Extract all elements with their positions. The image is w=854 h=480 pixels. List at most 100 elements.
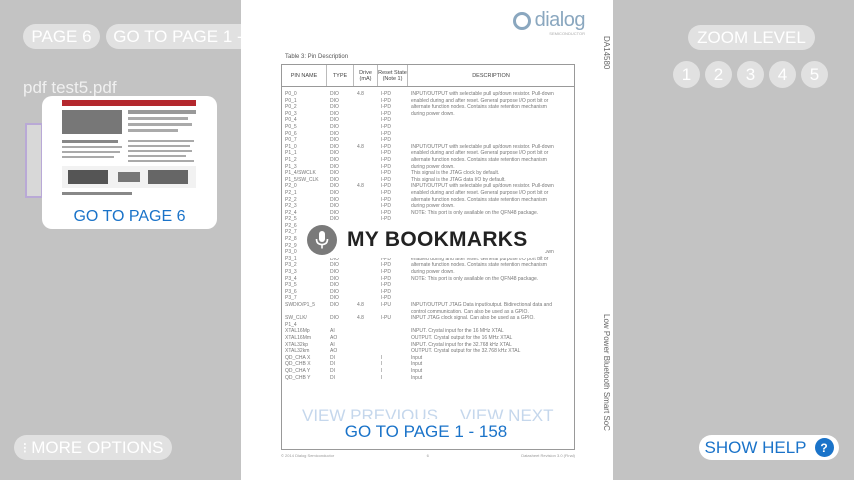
table-cell (357, 104, 381, 111)
table-cell: DIO (330, 163, 339, 170)
table-cell (330, 322, 357, 329)
table-row: P1_4 (285, 322, 571, 329)
table-cell: OUTPUT. Crystal output for the 16 MHz XT… (411, 334, 513, 341)
table-cell: I-PD (381, 110, 391, 117)
table-cell (357, 355, 381, 362)
table-cell: INPUT/OUTPUT JTAG Data input/output. Bid… (411, 302, 552, 308)
microphone-icon (307, 225, 337, 255)
table-cell: DIO (330, 137, 339, 144)
table-cell: 4.8 (357, 91, 364, 97)
table-cell: AI (330, 341, 335, 348)
help-icon: ? (814, 438, 834, 457)
table-cell (357, 335, 381, 342)
table-cell: P2_4 (285, 209, 297, 216)
table-row: QD_CHB X DI I Input (285, 361, 571, 368)
doc-footer: © 2014 Dialog Semiconductor 6 Datasheet … (281, 453, 575, 458)
table-cell (381, 328, 411, 335)
zoom-level-4-button[interactable]: 4 (769, 61, 796, 88)
table-cell: I-PD (381, 150, 391, 157)
table-cell: P0_3 (285, 110, 297, 117)
table-row: P0_6 DIO I-PD (285, 131, 571, 138)
prev-page-thumbnail[interactable] (25, 123, 43, 198)
col-description: DESCRIPTION (472, 72, 510, 79)
table-cell: 4.8 (357, 302, 364, 308)
table-cell (381, 348, 411, 355)
table-cell (357, 170, 381, 177)
footer-page-number: 6 (426, 453, 429, 458)
table-cell: DIO (330, 288, 339, 295)
table-cell (357, 164, 381, 171)
table-row: P0_2 DIO I-PD alternate function nodes. Con… (285, 104, 571, 111)
my-bookmarks-button[interactable]: MY BOOKMARKS (304, 222, 550, 258)
table-row: QD_CHA Y DI I Input (285, 368, 571, 375)
table-cell: I (381, 367, 383, 374)
table-cell (357, 328, 381, 335)
table-row: P1_3 DIO I-PD during power down. (285, 164, 571, 171)
table-row: P2_2 DIO I-PD alternate function nodes. Con… (285, 197, 571, 204)
page-thumbnail-image (58, 96, 200, 202)
table-cell: P0_2 (285, 104, 297, 111)
table-cell (357, 111, 381, 118)
table-cell: alternate function nodes. Contains state… (411, 156, 547, 163)
table-cell: DIO (330, 143, 339, 150)
table-cell: P0_6 (285, 130, 297, 137)
table-cell (381, 322, 411, 329)
table-cell (357, 342, 381, 349)
page-thumbnail-card[interactable]: GO TO PAGE 6 (42, 96, 217, 229)
table-cell: DI (330, 361, 335, 368)
table-cell: INPUT/OUTPUT with selectable pull up/dow… (411, 143, 554, 150)
table-cell (357, 117, 381, 124)
table-cell (357, 375, 381, 382)
table-cell: XTAL16Mm (285, 334, 312, 341)
table-cell (381, 309, 411, 316)
bookmarks-label: MY BOOKMARKS (347, 228, 528, 251)
table-cell: enabled during and after reset. General … (411, 150, 549, 157)
table-cell: DIO (330, 269, 339, 276)
table-cell (381, 342, 411, 349)
table-header: PIN NAME TYPE Drive (mA) Reset State (No… (282, 65, 574, 87)
table-cell: 4.8 (357, 315, 364, 322)
table-cell: P1_4/SWCLK (285, 170, 316, 177)
table-cell (357, 262, 381, 269)
zoom-level-5-button[interactable]: 5 (801, 61, 828, 88)
table-cell: DIO (330, 262, 339, 269)
zoom-level-2-button[interactable]: 2 (705, 61, 732, 88)
table-row: QD_CHA X DI I Input (285, 355, 571, 362)
table-cell (357, 282, 381, 289)
table-row: P2_1 DIO I-PD enabled during and after rese… (285, 190, 571, 197)
table-cell: alternate function nodes. Contains state… (411, 196, 547, 203)
table-cell: I-PD (381, 91, 391, 97)
table-cell: QD_CHA X (285, 354, 311, 361)
zoom-level-1-button[interactable]: 1 (673, 61, 700, 88)
table-cell: I-PD (381, 130, 391, 137)
table-row: P0_3 DIO I-PD during power down. (285, 111, 571, 118)
table-row: XTAL16Mp AI INPUT. Crystal input for the 1… (285, 328, 571, 335)
table-cell: I (381, 354, 383, 361)
table-cell: DIO (330, 97, 339, 104)
goto-page-center-button[interactable]: GO TO PAGE 1 - 158 (337, 419, 515, 444)
table-cell: This signal is the JTAG clock by default… (411, 170, 500, 177)
table-title: Table 3: Pin Description (285, 54, 349, 60)
logo-mark-icon (512, 11, 531, 30)
table-cell: P3_4 (285, 275, 297, 282)
table-row: P0_5 DIO I-PD (285, 124, 571, 131)
table-cell (411, 124, 571, 131)
zoom-level-3-button[interactable]: 3 (737, 61, 764, 88)
table-cell (357, 137, 381, 144)
more-options-button[interactable]: ⁝ MORE OPTIONS (14, 435, 172, 460)
table-cell: I-PD (381, 137, 391, 144)
file-name: pdf test5.pdf (23, 78, 117, 97)
table-cell (411, 282, 571, 289)
table-cell: P0_7 (285, 137, 297, 144)
table-row: P3_5 DIO I-PD (285, 282, 571, 289)
table-row: P3_2 DIO I-PD alternate function nodes. Con… (285, 262, 571, 269)
table-row: XTAL16Mm AO OUTPUT. Crystal output for the… (285, 335, 571, 342)
table-cell: DIO (330, 123, 339, 130)
thumbnail-goto-page-button[interactable]: GO TO PAGE 6 (42, 208, 217, 226)
table-cell: OUTPUT. Crystal output for the 32.768 kH… (411, 348, 521, 355)
show-help-button[interactable]: SHOW HELP ? (699, 435, 839, 460)
table-cell: I (381, 361, 383, 368)
table-cell: P3_5 (285, 282, 297, 289)
table-cell: P1_5/SW_CLK (285, 176, 319, 183)
table-cell: I (381, 374, 383, 381)
